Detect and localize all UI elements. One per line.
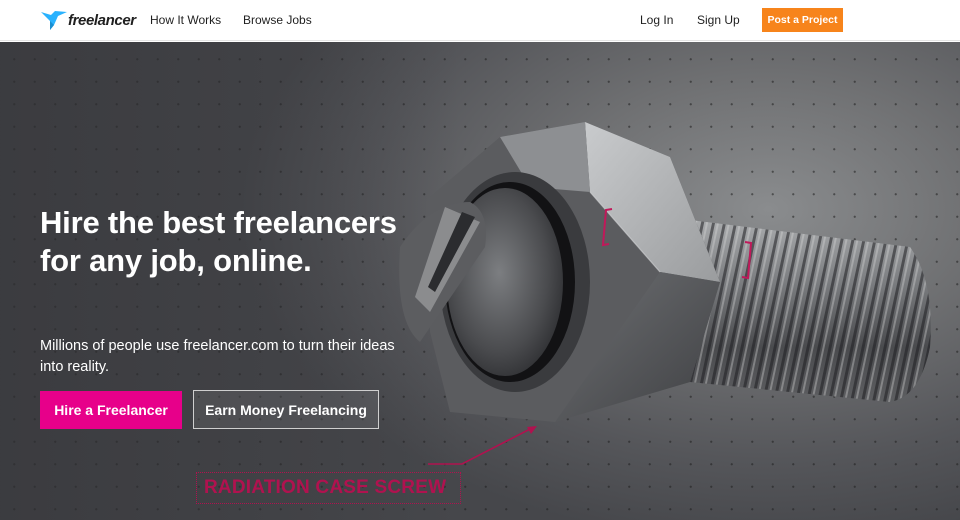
hero-subtext: Millions of people use freelancer.com to… (40, 338, 395, 375)
hero-section: Hire the best freelancers for any job, o… (0, 42, 960, 520)
screw-illustration (399, 122, 931, 422)
login-link[interactable]: Log In (640, 13, 673, 27)
top-navigation-bar: freelancer How It Works Browse Jobs Log … (0, 0, 960, 41)
nav-how-it-works[interactable]: How It Works (150, 13, 221, 27)
hire-freelancer-button[interactable]: Hire a Freelancer (40, 391, 182, 429)
hero-headline: Hire the best freelancers for any job, o… (40, 205, 397, 278)
freelancer-logo[interactable]: freelancer (41, 9, 136, 31)
signup-link[interactable]: Sign Up (697, 13, 740, 27)
nav-browse-jobs[interactable]: Browse Jobs (243, 13, 312, 27)
earn-money-button[interactable]: Earn Money Freelancing (193, 390, 379, 429)
logo-wordmark: freelancer (68, 11, 136, 29)
bird-logo-icon (41, 11, 67, 30)
annotation-label: RADIATION CASE SCREW (196, 472, 461, 504)
post-project-button[interactable]: Post a Project (762, 8, 843, 32)
